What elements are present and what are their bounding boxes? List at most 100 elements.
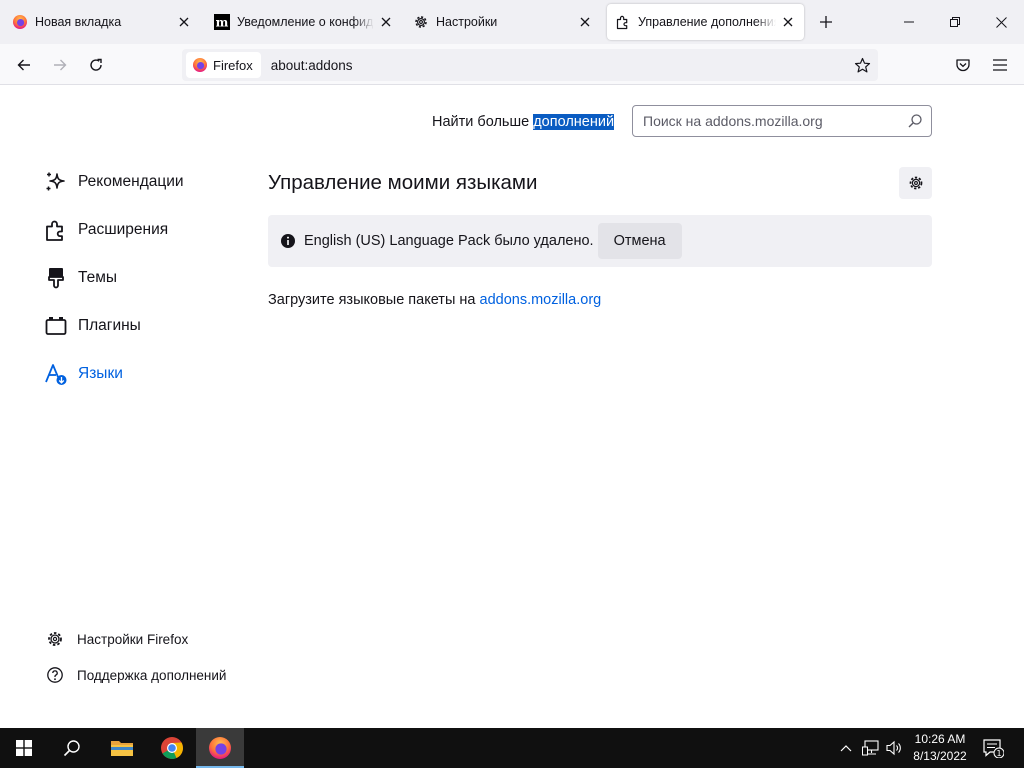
addons-page: Найти больше дополнений Рекомендации Рас… (0, 86, 1024, 728)
category-extensions[interactable]: Расширения (44, 214, 168, 246)
get-languages-text: Загрузите языковые пакеты на addons.mozi… (268, 292, 601, 308)
restore-icon (950, 17, 960, 27)
pocket-icon (956, 59, 970, 72)
start-button[interactable] (0, 728, 48, 768)
forward-button[interactable] (45, 50, 75, 80)
chrome-icon (161, 737, 183, 759)
minimize-button[interactable] (886, 0, 932, 44)
clock[interactable]: 10:26 AM 8/13/2022 (905, 731, 975, 765)
category-label: Темы (78, 269, 118, 286)
action-center-button[interactable]: 1 (978, 728, 1008, 768)
tab-title: Настройки (436, 15, 498, 29)
search-icon (908, 114, 922, 128)
close-icon[interactable] (378, 14, 394, 30)
speaker-icon (886, 740, 901, 756)
find-more-highlight: дополнений (533, 114, 615, 130)
tab-settings[interactable]: Настройки (405, 4, 601, 40)
category-languages[interactable]: Языки (44, 358, 123, 390)
firefox-icon (12, 14, 28, 30)
mozilla-m-icon: m (214, 14, 230, 30)
navigation-toolbar: Firefox about:addons (0, 44, 1024, 85)
bookmark-star-button[interactable] (852, 55, 872, 75)
clock-time: 10:26 AM (914, 732, 966, 746)
gear-icon (909, 176, 922, 190)
puzzle-icon (615, 14, 631, 30)
category-recommendations[interactable]: Рекомендации (44, 166, 184, 198)
network-button[interactable] (860, 728, 882, 768)
reload-icon (90, 58, 102, 71)
chrome-button[interactable] (148, 728, 196, 768)
get-languages-prefix: Загрузите языковые пакеты на (268, 292, 480, 308)
amo-search-box[interactable] (632, 105, 932, 137)
amo-search-input[interactable] (643, 113, 898, 129)
plus-icon (820, 16, 832, 28)
paintbrush-icon (44, 266, 68, 290)
close-icon[interactable] (577, 14, 593, 30)
firefox-taskbar-button[interactable] (196, 728, 244, 768)
category-plugins[interactable]: Плагины (44, 310, 141, 342)
folder-icon (111, 741, 133, 756)
tab-title: Уведомление о конфиденциальности (237, 15, 374, 29)
identity-label: Firefox (213, 57, 253, 73)
firefox-icon (193, 58, 207, 72)
category-themes[interactable]: Темы (44, 262, 117, 294)
file-explorer-button[interactable] (98, 728, 146, 768)
firefox-icon (209, 737, 231, 759)
addons-support-link[interactable]: Поддержка дополнений (46, 663, 226, 687)
reload-button[interactable] (81, 50, 111, 80)
app-menu-button[interactable] (985, 50, 1015, 80)
hamburger-icon (993, 59, 1007, 71)
restore-button[interactable] (932, 0, 978, 44)
url-text[interactable]: about:addons (271, 58, 353, 73)
category-label: Плагины (78, 317, 141, 334)
category-label: Расширения (78, 221, 169, 238)
firefox-settings-link[interactable]: Настройки Firefox (46, 627, 188, 651)
close-icon[interactable] (176, 14, 192, 30)
pocket-button[interactable] (948, 50, 978, 80)
windows-taskbar: 10:26 AM 8/13/2022 1 (0, 728, 1024, 768)
tab-title: Новая вкладка (35, 15, 122, 29)
volume-button[interactable] (884, 728, 906, 768)
arrow-left-icon (17, 59, 30, 71)
new-tab-button[interactable] (814, 10, 838, 34)
find-more-label: Найти больше дополнений (432, 114, 615, 130)
show-hidden-icons-button[interactable] (836, 728, 856, 768)
gear-icon (413, 14, 429, 30)
message-text: English (US) Language Pack было удалено. (304, 233, 594, 249)
clock-date: 8/13/2022 (913, 749, 967, 763)
network-icon (862, 740, 879, 756)
link-label: Поддержка дополнений (77, 667, 227, 683)
tab-strip: Новая вкладка m Уведомление о конфиденци… (0, 0, 1024, 44)
star-icon (854, 57, 870, 72)
tab-addons-manager[interactable]: Управление дополнениями (607, 4, 804, 40)
minimize-icon (904, 21, 914, 23)
close-icon[interactable] (780, 14, 796, 30)
category-label: Рекомендации (78, 173, 184, 190)
tab-title: Управление дополнениями (638, 15, 776, 29)
arrow-right-icon (54, 59, 67, 71)
windows-logo-icon (16, 740, 32, 756)
plugin-icon (44, 314, 68, 338)
url-bar[interactable]: Firefox about:addons (182, 49, 878, 81)
back-button[interactable] (9, 50, 39, 80)
tab-privacy-notice[interactable]: m Уведомление о конфиденциальности (206, 4, 402, 40)
identity-box[interactable]: Firefox (186, 52, 261, 78)
undo-button[interactable]: Отмена (597, 223, 682, 259)
search-icon (63, 740, 80, 757)
notification-icon: 1 (983, 739, 1004, 758)
tools-menu-button[interactable] (899, 167, 932, 199)
window-close-button[interactable] (978, 0, 1024, 44)
svg-text:m: m (216, 16, 229, 30)
taskbar-search-button[interactable] (48, 728, 96, 768)
info-icon (280, 233, 296, 249)
puzzle-icon (44, 218, 68, 242)
amo-link[interactable]: addons.mozilla.org (480, 292, 602, 308)
removal-message-bar: English (US) Language Pack было удалено.… (268, 215, 932, 267)
sparkle-icon (44, 170, 68, 194)
category-label: Языки (78, 365, 123, 382)
link-label: Настройки Firefox (77, 631, 189, 647)
help-icon (46, 666, 64, 684)
language-icon (44, 362, 68, 386)
tab-new-tab[interactable]: Новая вкладка (4, 4, 200, 40)
notification-count: 1 (996, 749, 1001, 758)
